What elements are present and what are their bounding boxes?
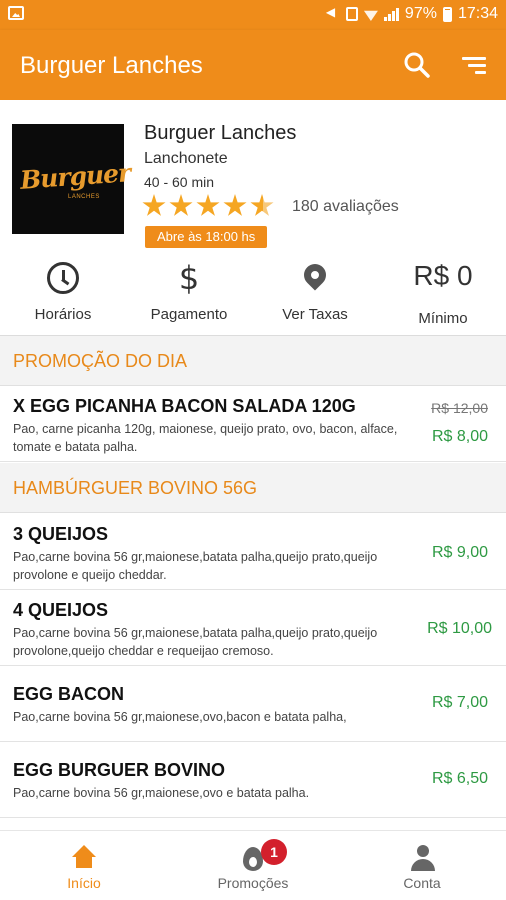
nav-home-label: Início — [67, 875, 101, 891]
reviews-link[interactable]: 180 avaliações — [292, 198, 399, 216]
item-old-price: R$ 12,00 — [431, 400, 488, 416]
nav-promotions-label: Promoções — [217, 875, 289, 891]
logo-subtext: LANCHES — [68, 194, 100, 200]
account-icon — [410, 845, 436, 871]
nav-account[interactable]: Conta — [338, 831, 506, 900]
nav-home[interactable]: Início — [0, 831, 168, 900]
search-button[interactable] — [400, 48, 434, 82]
star-icon — [169, 194, 193, 216]
filter-button[interactable] — [458, 48, 492, 82]
restaurant-category: Lanchonete — [144, 150, 228, 167]
minimum-order: R$ 0 Mínimo — [380, 256, 506, 336]
opening-badge: Abre às 18:00 hs — [145, 226, 268, 248]
home-icon — [72, 845, 96, 869]
fees-button[interactable]: Ver Taxas — [252, 256, 378, 336]
app-bar: Burguer Lanches — [0, 30, 506, 100]
payment-button[interactable]: $ Pagamento — [126, 256, 252, 336]
item-name: 3 QUEIJOS — [13, 524, 109, 544]
item-name: 4 QUEIJOS — [13, 600, 109, 620]
app-title: Burguer Lanches — [20, 52, 203, 79]
item-name: EGG BACON — [13, 684, 125, 704]
hours-button[interactable]: Horários — [0, 256, 126, 336]
section-title: PROMOÇÃO DO DIA — [13, 351, 188, 371]
wifi-icon — [364, 7, 378, 21]
minimum-label: Mínimo — [418, 310, 468, 327]
fees-label: Ver Taxas — [282, 306, 348, 323]
hours-label: Horários — [34, 306, 92, 323]
star-icon — [196, 194, 220, 216]
menu-item[interactable]: EGG BURGUER BOVINO Pao,carne bovina 56 g… — [0, 742, 506, 818]
restaurant-name: Burguer Lanches — [144, 122, 297, 144]
menu-item[interactable]: 4 QUEIJOS Pao,carne bovina 56 gr,maiones… — [0, 590, 506, 666]
battery-icon — [442, 6, 452, 22]
star-icon — [142, 194, 166, 216]
item-name: X EGG PICANHA BACON SALADA 120G — [13, 396, 356, 416]
item-description: Pao, carne picanha 120g, maionese, queij… — [13, 422, 398, 454]
dollar-icon: $ — [178, 259, 200, 297]
bottom-navigation: Início 1 Promoções Conta — [0, 830, 506, 900]
section-title: HAMBÚRGUER BOVINO 56G — [13, 478, 258, 498]
status-icons: 97% 17:34 — [326, 5, 498, 23]
item-price: R$ 7,00 — [431, 694, 488, 711]
item-price: R$ 9,00 — [431, 544, 488, 561]
section-header: HAMBÚRGUER BOVINO 56G — [0, 463, 506, 513]
menu-item[interactable]: 3 QUEIJOS Pao,carne bovina 56 gr,maiones… — [0, 514, 506, 590]
payment-label: Pagamento — [150, 306, 228, 323]
item-description: Pao,carne bovina 56 gr,maionese,ovo,baco… — [13, 710, 347, 724]
item-name: EGG BURGUER BOVINO — [13, 760, 226, 780]
mute-icon — [326, 5, 340, 21]
item-description: Pao,carne bovina 56 gr,maionese,batata p… — [13, 550, 378, 582]
rating-stars — [142, 194, 274, 218]
clock-time: 17:34 — [457, 5, 498, 22]
item-price: R$ 10,00 — [427, 620, 492, 637]
signal-icon — [383, 7, 399, 21]
menu-item[interactable]: X EGG PICANHA BACON SALADA 120G Pao, car… — [0, 386, 506, 462]
vibrate-icon — [345, 7, 358, 21]
item-description: Pao,carne bovina 56 gr,maionese,batata p… — [13, 626, 378, 658]
search-icon — [404, 52, 430, 78]
item-price: R$ 6,50 — [431, 770, 488, 787]
map-pin-icon — [299, 259, 331, 291]
nav-promotions[interactable]: 1 Promoções — [169, 831, 337, 900]
clock-icon — [47, 262, 79, 294]
star-half-icon — [250, 194, 274, 216]
logo-text: Burguer — [19, 158, 132, 195]
minimum-value: R$ 0 — [413, 260, 473, 291]
restaurant-header: Burguer LANCHES Burguer Lanches Lanchone… — [0, 100, 506, 336]
notification-badge: 1 — [261, 839, 287, 865]
menu-item[interactable]: EGG BACON Pao,carne bovina 56 gr,maiones… — [0, 666, 506, 742]
fire-icon — [243, 847, 263, 871]
star-icon — [223, 194, 247, 216]
quick-actions: Horários $ Pagamento Ver Taxas R$ 0 Míni… — [0, 256, 506, 336]
section-header: PROMOÇÃO DO DIA — [0, 336, 506, 386]
delivery-time: 40 - 60 min — [144, 174, 215, 190]
image-icon — [8, 6, 24, 20]
battery-percent: 97% — [404, 5, 437, 22]
item-price: R$ 8,00 — [431, 428, 488, 445]
restaurant-logo: Burguer LANCHES — [12, 124, 131, 234]
status-bar: 97% 17:34 — [0, 0, 506, 30]
item-description: Pao,carne bovina 56 gr,maionese,ovo e ba… — [13, 786, 310, 800]
nav-account-label: Conta — [403, 875, 441, 891]
